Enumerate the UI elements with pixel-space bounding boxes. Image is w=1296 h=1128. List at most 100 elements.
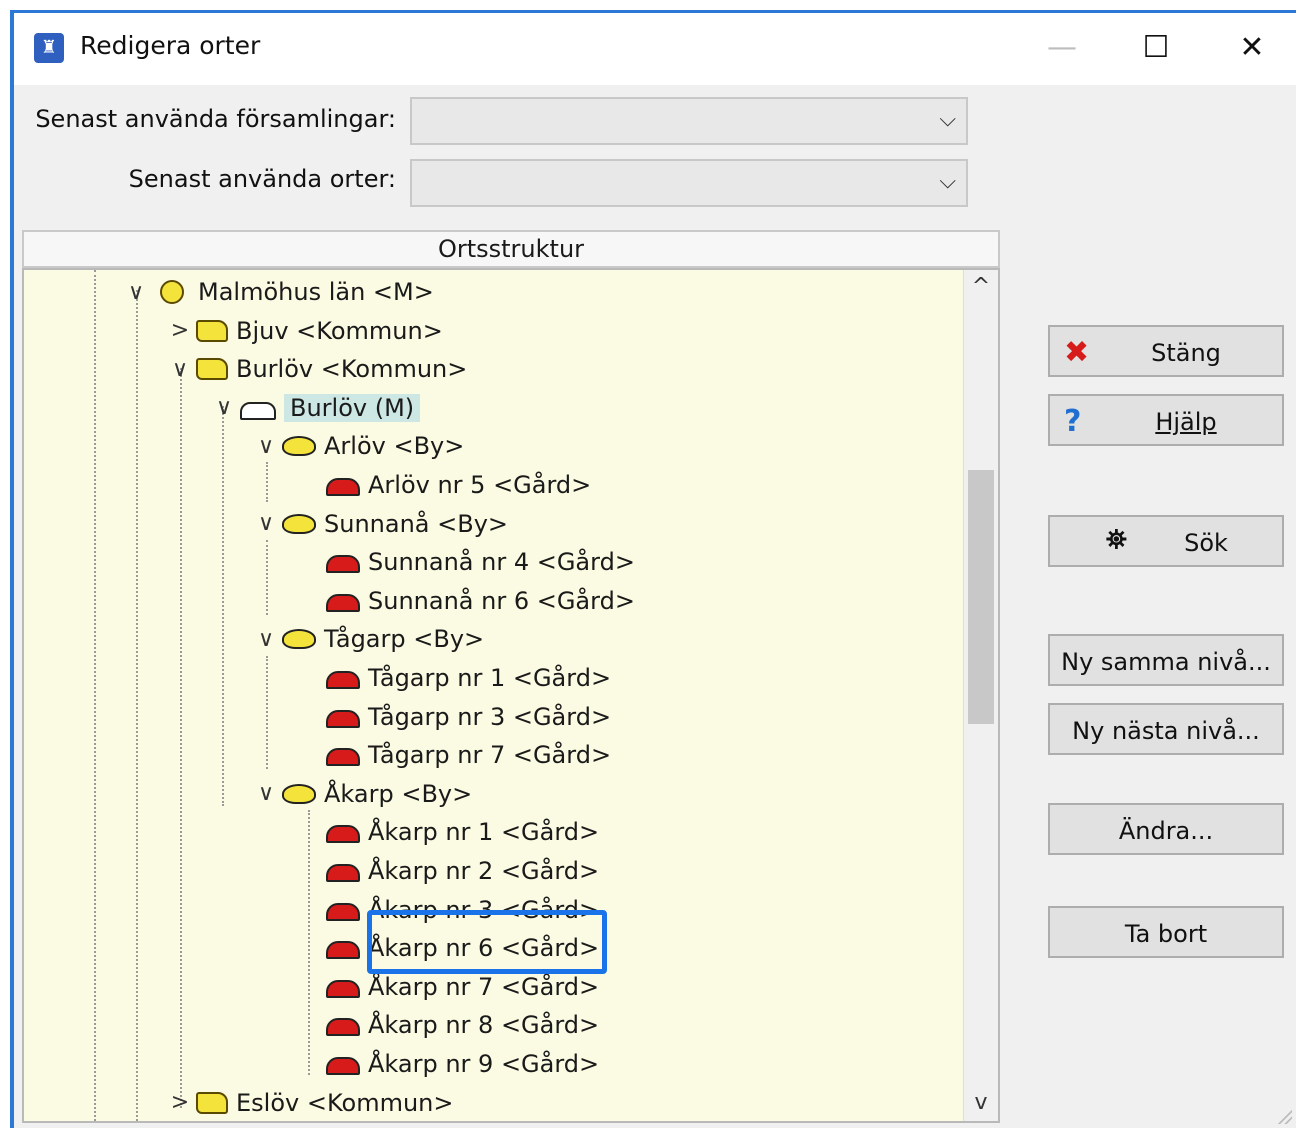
ny-nasta-niva-button[interactable]: Ny nästa nivå... [1048,703,1284,755]
tree-node[interactable]: Åkarp nr 2 <Gård> [298,853,599,889]
orter-label: Senast använda orter: [128,165,396,193]
gard-icon [326,709,360,728]
tree-node[interactable]: ∨ Åkarp <By> [254,776,472,812]
andra-label: Ändra... [1118,817,1214,845]
gard-icon [326,593,360,612]
tree-node[interactable]: Tågarp nr 1 <Gård> [298,660,611,696]
tree-node[interactable]: ∨ Burlöv <Kommun> [168,351,467,387]
tree-node-label[interactable]: Åkarp nr 8 <Gård> [368,1011,599,1039]
resize-grip-icon[interactable] [1274,1106,1292,1124]
tree-node[interactable]: Åkarp nr 1 <Gård> [298,814,599,850]
ta-bort-button[interactable]: Ta bort [1048,906,1284,958]
forsamlingar-combobox[interactable]: ⌵ [410,97,968,145]
gard-icon [326,1057,360,1075]
gard-icon [326,864,360,882]
tree-node-label[interactable]: Arlöv <By> [324,432,464,460]
tree-node-label[interactable]: Åkarp <By> [324,780,472,808]
forsamling-icon [240,401,276,420]
tree-node-label[interactable]: Tågarp nr 3 <Gård> [368,703,611,731]
help-icon: ? [1064,404,1082,439]
redigera-orter-window: ♜ Redigera orter — ☐ ✕ Senast använda fö… [10,10,1296,1128]
tree-node-label[interactable]: Åkarp nr 9 <Gård> [368,1050,599,1078]
gard-icon [326,555,360,574]
tree-node-label[interactable]: Tågarp nr 1 <Gård> [368,664,611,692]
tree-node-label[interactable]: Tågarp nr 7 <Gård> [368,741,611,769]
tree-node-label[interactable]: Arlöv nr 5 <Gård> [368,471,591,499]
collapse-chevron-icon[interactable]: ∨ [124,280,148,305]
tree-node[interactable]: Åkarp nr 7 <Gård> [298,969,599,1005]
collapse-chevron-icon[interactable]: ∨ [254,781,278,806]
tree-node-label[interactable]: Tågarp <By> [324,625,484,653]
tree-node[interactable]: ∨ Burlöv (M) [212,390,421,426]
stang-button[interactable]: ✖ Stäng [1048,325,1284,377]
scrollbar-thumb[interactable] [968,470,994,724]
tree-header-ortsstruktur[interactable]: Ortsstruktur [22,230,1000,268]
tree-node-label[interactable]: Åkarp nr 2 <Gård> [368,857,599,885]
tree-node[interactable]: ∨ Malmöhus län <M> [124,274,434,310]
expand-chevron-icon[interactable]: > [168,1090,192,1115]
andra-button[interactable]: Ändra... [1048,803,1284,855]
app-icon: ♜ [34,33,64,63]
hjalp-button[interactable]: ? Hjälp [1048,394,1284,446]
highlight-box [367,910,607,974]
tree-node[interactable]: > Eslöv <Kommun> [168,1085,454,1121]
tree-node-label[interactable]: Burlöv <Kommun> [236,355,467,383]
tree-scrollbar[interactable]: ^ v [963,270,998,1121]
stang-label: Stäng [1151,339,1221,367]
tree-node-label[interactable]: Åkarp nr 1 <Gård> [368,818,599,846]
tree-node-label[interactable]: Åkarp nr 7 <Gård> [368,973,599,1001]
lan-icon [160,280,184,304]
close-x-icon: ✖ [1064,335,1090,370]
tree-node[interactable]: > Bjuv <Kommun> [168,313,443,349]
by-icon [282,629,316,650]
collapse-chevron-icon[interactable]: ∨ [168,357,192,382]
gard-icon [326,941,360,960]
tree-node[interactable]: Tågarp nr 3 <Gård> [298,699,611,735]
collapse-chevron-icon[interactable]: ∨ [254,627,278,652]
close-button[interactable]: ✕ [1222,23,1282,73]
tree-node[interactable]: ∨ Tågarp <By> [254,621,484,657]
tree-node-label[interactable]: Bjuv <Kommun> [236,317,443,345]
tree-node-label[interactable]: Sunnanå nr 6 <Gård> [368,587,635,615]
kommun-icon [196,319,228,342]
tree-node-label[interactable]: Eslöv <Kommun> [236,1089,453,1117]
gard-icon [326,671,360,689]
ortsstruktur-tree[interactable]: ∨ Malmöhus län <M> > Bjuv <Kommun> ∨ Burlöv <… [22,268,1000,1123]
ny-samma-niva-label: Ny samma nivå... [1061,648,1271,676]
collapse-chevron-icon[interactable]: ∨ [254,434,278,459]
forsamlingar-label: Senast använda församlingar: [35,105,396,133]
tree-node[interactable]: Sunnanå nr 6 <Gård> [298,583,635,619]
by-icon [282,513,316,534]
orter-combobox[interactable]: ⌵ [410,159,968,207]
tree-node-label[interactable]: Sunnanå nr 4 <Gård> [368,548,635,576]
scroll-down-arrow-icon[interactable]: v [964,1090,998,1115]
collapse-chevron-icon[interactable]: ∨ [212,395,236,420]
tree-node[interactable]: ∨ Arlöv <By> [254,428,464,464]
tree-node[interactable]: Tågarp nr 7 <Gård> [298,737,611,773]
kommun-icon [196,358,228,381]
title-bar: ♜ Redigera orter — ☐ ✕ [14,13,1296,85]
tree-node[interactable]: Åkarp nr 8 <Gård> [298,1007,599,1043]
tree-node-label[interactable]: Malmöhus län <M> [198,278,434,306]
tree-node[interactable]: Åkarp nr 9 <Gård> [298,1046,599,1082]
tree-node[interactable]: Arlöv nr 5 <Gård> [298,467,591,503]
minimize-button[interactable]: — [1032,23,1092,73]
chevron-down-icon: ⌵ [939,107,956,132]
tree-node-label[interactable]: Sunnanå <By> [324,510,508,538]
by-icon [282,783,316,804]
sok-button[interactable]: ⛯ Sök [1048,515,1284,567]
tree-node-label[interactable]: Burlöv (M) [284,393,421,422]
maximize-button[interactable]: ☐ [1126,23,1186,73]
chevron-down-icon: ⌵ [939,169,956,194]
scroll-up-arrow-icon[interactable]: ^ [964,274,998,299]
collapse-chevron-icon[interactable]: ∨ [254,511,278,536]
expand-chevron-icon[interactable]: > [168,318,192,343]
tree-node[interactable]: ∨ Sunnanå <By> [254,506,508,542]
tree-node[interactable]: Sunnanå nr 4 <Gård> [298,544,635,580]
by-icon [282,436,316,457]
gard-icon [326,748,360,767]
gard-icon [326,979,360,998]
gard-icon [326,825,360,844]
ny-samma-niva-button[interactable]: Ny samma nivå... [1048,634,1284,686]
ny-nasta-niva-label: Ny nästa nivå... [1072,717,1260,745]
